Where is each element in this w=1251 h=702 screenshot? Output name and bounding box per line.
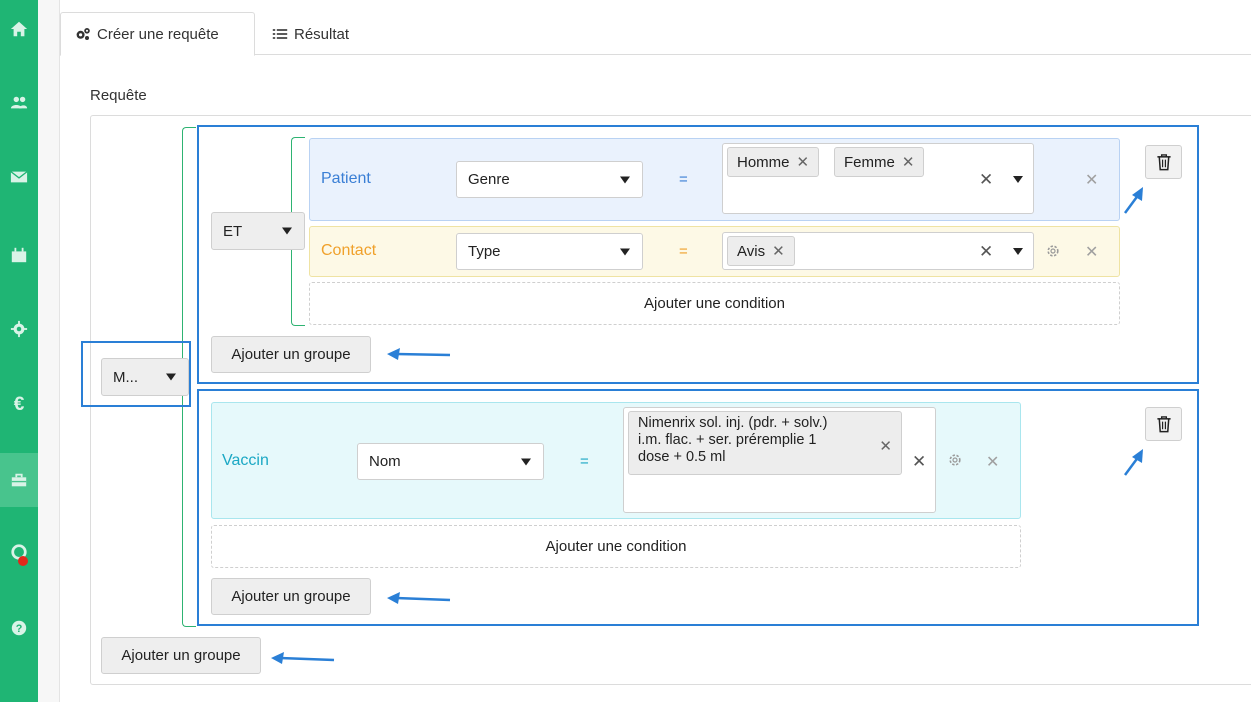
rule-entity: Patient (321, 170, 371, 187)
remove-rule-icon[interactable]: ✕ (1085, 170, 1098, 190)
value-tag[interactable]: Femme ✕ (834, 147, 925, 177)
chevron-down-icon (620, 176, 630, 183)
rule-entity: Vaccin (222, 452, 269, 469)
euro-icon[interactable]: € (0, 378, 38, 432)
gears-icon (76, 28, 90, 40)
operator-symbol: = (679, 243, 688, 260)
home-icon[interactable] (0, 2, 38, 56)
chevron-down-icon (166, 373, 176, 381)
delete-group-button[interactable] (1145, 145, 1182, 179)
remove-rule-icon[interactable]: ✕ (986, 452, 999, 472)
tab-create-query[interactable]: Créer une requête (60, 12, 255, 56)
add-group-button[interactable]: Ajouter un groupe (211, 336, 371, 373)
tab-result[interactable]: Résultat (258, 12, 378, 56)
value-tag[interactable]: Nimenrix sol. inj. (pdr. + solv.) i.m. f… (628, 411, 902, 475)
operator-symbol: = (580, 453, 589, 470)
trash-icon (1156, 415, 1171, 432)
query-label: Requête (90, 87, 147, 104)
gutter (38, 0, 60, 702)
tabs-bar: Créer une requête Résultat (60, 0, 1251, 56)
close-icon[interactable]: ✕ (879, 437, 892, 455)
sidebar: € ? (0, 0, 38, 702)
value-tag[interactable]: Homme ✕ (727, 147, 820, 177)
field-value: Genre (468, 171, 510, 188)
arrow-left-icon (271, 652, 335, 664)
notification-dot (18, 556, 28, 566)
calendar-icon[interactable] (0, 228, 38, 282)
arrow-left-icon (387, 348, 451, 360)
chevron-down-icon[interactable] (1013, 176, 1023, 183)
delete-group-button[interactable] (1145, 407, 1182, 441)
list-icon (272, 29, 288, 39)
chevron-down-icon (282, 227, 292, 235)
users-icon[interactable] (0, 76, 38, 130)
remove-rule-icon[interactable]: ✕ (1085, 242, 1098, 262)
trash-icon (1156, 153, 1171, 170)
field-select[interactable]: Genre (456, 161, 643, 198)
settings-icon[interactable] (1045, 243, 1061, 259)
field-select[interactable]: Type (456, 233, 643, 270)
group1-operator-value: ET (223, 222, 243, 240)
tag-label: Avis (737, 242, 766, 260)
clear-icon[interactable]: ✕ (979, 242, 993, 262)
clear-icon[interactable]: ✕ (979, 170, 993, 190)
field-select[interactable]: Nom (357, 443, 544, 480)
support-icon[interactable] (0, 525, 38, 579)
settings-icon[interactable] (947, 452, 963, 468)
chevron-down-icon[interactable] (1013, 248, 1023, 255)
toolbox-icon[interactable] (0, 453, 38, 507)
field-value: Type (468, 243, 501, 260)
arrow-left-icon (387, 592, 451, 604)
close-icon[interactable]: ✕ (797, 153, 810, 171)
field-value: Nom (369, 453, 401, 470)
close-icon[interactable]: ✕ (902, 153, 915, 171)
svg-text:?: ? (16, 623, 23, 635)
add-condition-button[interactable]: Ajouter une condition (309, 282, 1120, 325)
arrow-up-right-icon (1123, 449, 1143, 476)
root-operator-select[interactable]: M... (101, 358, 189, 396)
group1-operator-select[interactable]: ET (211, 212, 305, 250)
chevron-down-icon (620, 248, 630, 255)
tag-label: Femme (844, 153, 895, 171)
chevron-down-icon (521, 458, 531, 465)
close-icon[interactable]: ✕ (772, 242, 785, 260)
tab-label: Résultat (294, 25, 350, 43)
rule-entity: Contact (321, 242, 377, 259)
tag-label: Homme (737, 153, 790, 171)
add-group-button[interactable]: Ajouter un groupe (211, 578, 371, 615)
operator-symbol: = (679, 171, 688, 188)
clear-icon[interactable]: ✕ (912, 452, 926, 472)
root-add-group-button[interactable]: Ajouter un groupe (101, 637, 261, 674)
add-condition-button[interactable]: Ajouter une condition (211, 525, 1021, 568)
value-tag[interactable]: Avis ✕ (727, 236, 795, 266)
gear-icon[interactable] (0, 302, 38, 356)
help-icon[interactable]: ? (0, 601, 38, 655)
arrow-up-right-icon (1123, 187, 1143, 214)
root-operator-value: M... (113, 368, 138, 386)
tab-label: Créer une requête (97, 25, 219, 43)
tag-label: Nimenrix sol. inj. (pdr. + solv.) i.m. f… (638, 415, 828, 465)
mail-icon[interactable] (0, 150, 38, 204)
